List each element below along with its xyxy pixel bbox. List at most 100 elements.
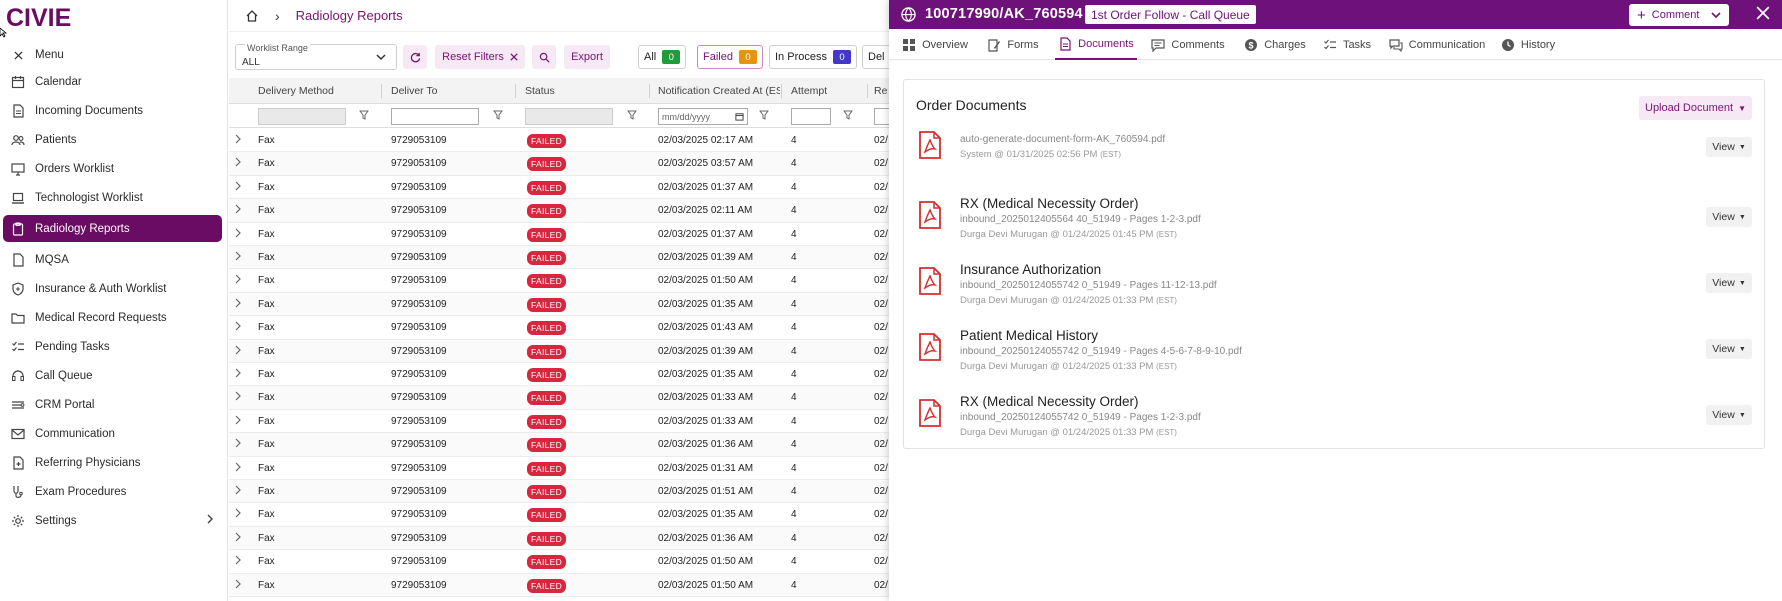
pdf-file-icon[interactable] (918, 399, 942, 430)
document-name[interactable]: Insurance Authorization (960, 262, 1101, 277)
sidebar-item-pending-tasks[interactable]: Pending Tasks (0, 332, 228, 361)
expand-row-icon[interactable] (235, 228, 242, 241)
civie-logo[interactable]: CIVIE (6, 4, 86, 30)
filter-pill-all[interactable]: All 0 (638, 45, 687, 69)
expand-row-icon[interactable] (235, 485, 242, 498)
view-button[interactable]: View ▼ (1706, 339, 1752, 359)
export-button[interactable]: Export (564, 45, 610, 69)
expand-row-icon[interactable] (235, 181, 242, 194)
table-row[interactable]: Fax 9729053109 FAILED 02/03/2025 01:35 AM 4 0… (229, 292, 889, 317)
funnel-icon[interactable] (627, 110, 637, 120)
table-row[interactable]: Fax 9729053109 FAILED 02/03/2025 01:39 AM 4 0… (229, 246, 889, 270)
sidebar-item-mqsa[interactable]: MQSA (0, 245, 228, 274)
sidebar-item-incoming-documents[interactable]: Incoming Documents (0, 96, 228, 125)
sidebar-item-patients[interactable]: Patients (0, 125, 228, 154)
expand-row-icon[interactable] (235, 462, 242, 475)
pdf-file-icon[interactable] (918, 333, 942, 364)
table-row[interactable]: Fax 9729053109 FAILED 02/03/2025 01:37 AM 4 0… (229, 176, 889, 200)
status-filter[interactable] (525, 108, 613, 125)
column-divider[interactable] (381, 84, 382, 98)
pdf-file-icon[interactable] (918, 201, 942, 232)
column-header-re[interactable]: Re (874, 85, 887, 97)
comment-button[interactable]: + Comment (1629, 4, 1729, 26)
view-button[interactable]: View ▼ (1706, 137, 1752, 157)
re-filter[interactable] (874, 108, 889, 125)
document-filename[interactable]: inbound_20250124055742 0_51949 - Pages 1… (960, 412, 1201, 423)
column-header-delivery-method[interactable]: Delivery Method (258, 85, 334, 97)
table-row[interactable]: Fax 9729053109 FAILED 02/03/2025 03:57 AM 4 0… (229, 152, 889, 176)
document-filename[interactable]: inbound_2025012405564 40_51949 - Pages 1… (960, 214, 1201, 225)
home-icon[interactable] (245, 9, 259, 23)
column-divider[interactable] (867, 84, 868, 98)
tab-tasks[interactable]: Tasks (1321, 29, 1373, 60)
sidebar-item-referring-physicians[interactable]: Referring Physicians (0, 448, 228, 477)
expand-row-icon[interactable] (235, 532, 242, 545)
expand-row-icon[interactable] (235, 415, 242, 428)
column-header-notification-created[interactable]: Notification Created At (EST) (658, 85, 780, 97)
funnel-icon[interactable] (359, 110, 369, 120)
column-divider[interactable] (649, 84, 650, 98)
sidebar-item-exam-procedures[interactable]: Exam Procedures (0, 477, 228, 506)
column-divider[interactable] (781, 84, 782, 98)
expand-row-icon[interactable] (235, 508, 242, 521)
pdf-file-icon[interactable] (918, 131, 942, 162)
expand-row-icon[interactable] (235, 368, 242, 381)
sidebar-item-communication[interactable]: Communication (0, 419, 228, 448)
reset-filters-button[interactable]: Reset Filters (435, 45, 525, 69)
tab-communication[interactable]: Communication (1389, 29, 1485, 60)
sidebar-item-radiology-reports[interactable]: Radiology Reports (3, 215, 222, 242)
document-filename[interactable]: auto-generate-document-form-AK_760594.pd… (960, 134, 1165, 145)
tab-overview[interactable]: Overview (901, 29, 969, 60)
sidebar-item-settings[interactable]: Settings (0, 506, 228, 535)
table-row[interactable]: Fax 9729053109 FAILED 02/03/2025 01:35 AM 4 0… (229, 363, 889, 387)
expand-row-icon[interactable] (235, 555, 242, 568)
tab-forms[interactable]: Forms (985, 29, 1041, 60)
view-button[interactable]: View ▼ (1706, 207, 1752, 227)
sidebar-item-calendar[interactable]: Calendar (0, 67, 228, 96)
table-row[interactable]: Fax 9729053109 FAILED 02/03/2025 01:50 AM 4 0… (229, 573, 889, 597)
column-header-status[interactable]: Status (525, 85, 555, 97)
sidebar-item-medical-record-requests[interactable]: Medical Record Requests (0, 303, 228, 332)
expand-row-icon[interactable] (235, 204, 242, 217)
calendar-icon[interactable] (735, 112, 744, 121)
expand-row-icon[interactable] (235, 134, 242, 147)
date-filter[interactable]: mm/dd/yyyy (658, 108, 748, 125)
funnel-icon[interactable] (493, 110, 503, 120)
sidebar-item-insurance-auth-worklist[interactable]: Insurance & Auth Worklist (0, 274, 228, 303)
tab-charges[interactable]: $ Charges (1243, 29, 1307, 60)
sidebar-item-technologist-worklist[interactable]: Technologist Worklist (0, 183, 228, 212)
tab-comments[interactable]: Comments (1147, 29, 1229, 60)
table-row[interactable]: Fax 9729053109 FAILED 02/03/2025 01:50 AM 4 0… (229, 269, 889, 293)
expand-row-icon[interactable] (235, 579, 242, 592)
expand-row-icon[interactable] (235, 391, 242, 404)
delivery-method-filter[interactable] (258, 108, 346, 125)
table-row[interactable]: Fax 9729053109 FAILED 02/03/2025 01:31 AM 4 0… (229, 457, 889, 480)
filter-pill-failed[interactable]: Failed 0 (697, 45, 763, 69)
sidebar-item-call-queue[interactable]: Call Queue (0, 361, 228, 390)
expand-row-icon[interactable] (235, 345, 242, 358)
pdf-file-icon[interactable] (918, 267, 942, 298)
table-row[interactable]: Fax 9729053109 FAILED 02/03/2025 01:33 AM 4 0… (229, 410, 889, 434)
table-row[interactable]: Fax 9729053109 FAILED 02/03/2025 02:11 AM 4 0… (229, 199, 889, 223)
expand-row-icon[interactable] (235, 438, 242, 451)
document-filename[interactable]: inbound_20250124055742 0_51949 - Pages 1… (960, 280, 1217, 291)
attempt-filter[interactable] (791, 108, 831, 125)
expand-row-icon[interactable] (235, 251, 242, 264)
table-row[interactable]: Fax 9729053109 FAILED 02/03/2025 01:35 AM 4 0… (229, 503, 889, 527)
document-name[interactable]: RX (Medical Necessity Order) (960, 394, 1139, 409)
document-name[interactable]: Patient Medical History (960, 328, 1098, 343)
expand-row-icon[interactable] (235, 321, 242, 334)
zoom-button[interactable] (532, 45, 556, 69)
table-row[interactable]: Fax 9729053109 FAILED 02/03/2025 01:51 AM 4 0… (229, 480, 889, 504)
funnel-icon[interactable] (843, 110, 853, 120)
menu-toggle[interactable]: Menu (0, 43, 228, 67)
table-row[interactable]: Fax 9729053109 FAILED 02/03/2025 01:39 AM 4 0… (229, 339, 889, 363)
refresh-button[interactable] (403, 45, 427, 69)
sidebar-item-crm-portal[interactable]: CRM Portal (0, 390, 228, 419)
column-header-deliver-to[interactable]: Deliver To (391, 85, 438, 97)
expand-row-icon[interactable] (235, 274, 242, 287)
view-button[interactable]: View ▼ (1706, 405, 1752, 425)
tab-documents[interactable]: Documents (1055, 29, 1137, 60)
tab-history[interactable]: History (1495, 29, 1561, 60)
table-row[interactable]: Fax 9729053109 FAILED 02/03/2025 02:17 AM 4 0… (229, 129, 889, 153)
